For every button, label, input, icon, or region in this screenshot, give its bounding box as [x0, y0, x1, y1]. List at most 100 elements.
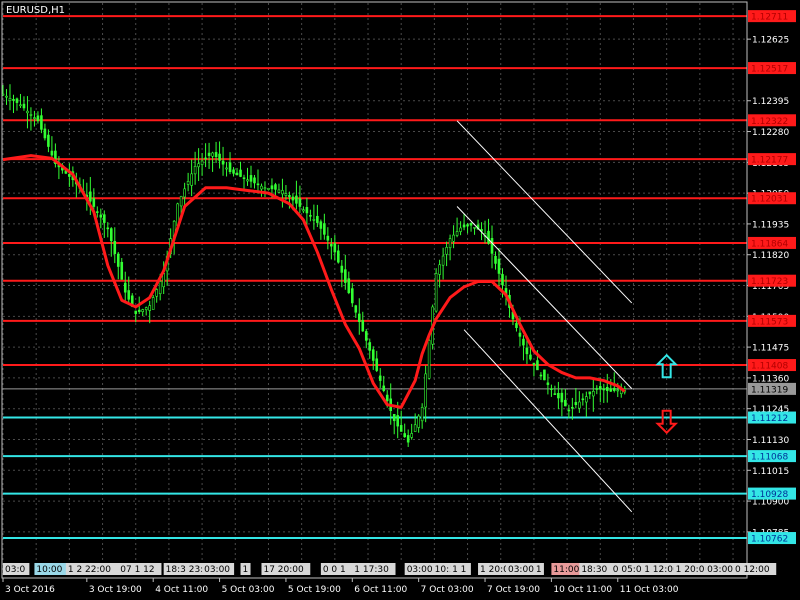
candle-body [68, 173, 71, 177]
candle-body [588, 391, 592, 395]
candle-body [612, 387, 616, 391]
candle-body [309, 215, 312, 217]
candle-body [193, 166, 197, 175]
candle-body [47, 134, 50, 147]
candle-body [445, 247, 448, 255]
price-tag-label: 1.11723 [751, 277, 788, 287]
chart-background [0, 0, 800, 600]
candle-body [543, 369, 546, 381]
price-tag-label: 1.10928 [751, 490, 788, 500]
candle-body [102, 214, 106, 223]
candle-body [560, 392, 564, 403]
candle-body [462, 224, 466, 228]
candle-body [490, 238, 494, 254]
candle-body [337, 250, 340, 263]
price-tag-label: 1.12322 [751, 117, 788, 127]
symbol-label: EURUSD,H1 [6, 5, 65, 16]
chart-window[interactable]: 1.126251.123951.122801.121651.120501.119… [0, 0, 800, 600]
candle-body [116, 253, 120, 267]
candle-body [155, 289, 158, 297]
opt-tick-label: 03:00 [707, 565, 733, 575]
price-tag-label: 1.11573 [751, 317, 788, 327]
candle-body [235, 172, 239, 176]
price-chart[interactable]: 1.126251.123951.122801.121651.120501.119… [0, 0, 800, 600]
candle-body [204, 157, 207, 160]
price-tag-label: 1.12177 [751, 156, 788, 166]
candle-body [197, 163, 200, 168]
candle-body [179, 196, 183, 207]
candle-body [323, 223, 326, 235]
candle-body [452, 234, 455, 242]
candle-body [392, 413, 396, 422]
candle-body [263, 187, 267, 190]
candle-body [22, 103, 26, 109]
candle-body [354, 305, 358, 313]
candle-body [225, 167, 228, 170]
price-tag-label: 1.11408 [751, 362, 788, 372]
opt-tick-label: 17 20:00 [263, 565, 304, 575]
candle-body [158, 281, 162, 295]
candle-body [371, 349, 375, 361]
candle-body [581, 398, 585, 401]
candle-body [364, 331, 368, 341]
candle-body [239, 169, 242, 177]
candle-body [127, 290, 131, 300]
candle-body [316, 215, 319, 223]
y-tick-label: 1.11475 [752, 344, 789, 354]
candle-body [144, 307, 148, 311]
candle-body [518, 332, 522, 337]
x-tick-label: 11 Oct 03:00 [620, 585, 679, 595]
opt-tick-label: 18:3 23: [166, 565, 204, 575]
x-tick-label: 10 Oct 11:00 [553, 585, 612, 595]
x-tick-label: 7 Oct 19:00 [487, 585, 540, 595]
y-tick-label: 1.11935 [752, 220, 789, 230]
candle-body [120, 261, 124, 280]
opt-tick-label: 0 05:0 [613, 565, 642, 575]
candle-body [40, 115, 43, 130]
candle-body [557, 392, 560, 399]
candle-body [211, 152, 214, 157]
candle-body [344, 269, 347, 283]
opt-tick-label: 1 [243, 565, 249, 575]
candle-body [305, 207, 309, 214]
candle-body [186, 181, 190, 185]
opt-tick-label: 1 [536, 565, 542, 575]
x-tick-label: 4 Oct 11:00 [155, 585, 208, 595]
candle-body [50, 150, 54, 156]
candle-body [497, 258, 501, 274]
candle-body [319, 221, 323, 229]
candle-body [469, 223, 473, 226]
candle-body [312, 219, 316, 221]
y-tick-label: 1.11820 [752, 251, 789, 261]
candle-body [29, 114, 33, 116]
candle-body [420, 407, 424, 422]
candle-body [441, 255, 445, 266]
candle-body [12, 98, 15, 101]
candle-body [221, 160, 225, 165]
candle-body [473, 226, 476, 229]
opt-tick-label: 03:00 [508, 565, 534, 575]
opt-tick-label: 1 1 [452, 565, 466, 575]
candle-body [396, 415, 400, 427]
candle-body [361, 320, 365, 332]
candle-body [501, 274, 504, 286]
price-tag-label: 1.12031 [751, 195, 788, 205]
price-tag-label: 1.12517 [751, 65, 788, 75]
candle-body [242, 177, 246, 180]
x-tick-label: 3 Oct 19:00 [89, 585, 142, 595]
candle-body [585, 396, 588, 403]
candle-body [567, 409, 571, 412]
candle-body [148, 305, 152, 311]
candle-body [26, 110, 29, 114]
candle-body [298, 198, 302, 207]
optimization-timeline: 03:0 10:00 1 2 22:00 07 1 12 18:3 23: 03:00 1 1… [3, 563, 777, 575]
candle-body [92, 198, 96, 207]
candle-body [246, 179, 249, 182]
candle-body [162, 273, 165, 288]
candle-body [574, 402, 578, 405]
candle-body [378, 375, 382, 381]
candle-body [406, 435, 410, 443]
x-tick-label: 6 Oct 11:00 [354, 585, 407, 595]
candle-body [529, 354, 532, 360]
candle-body [253, 177, 256, 184]
